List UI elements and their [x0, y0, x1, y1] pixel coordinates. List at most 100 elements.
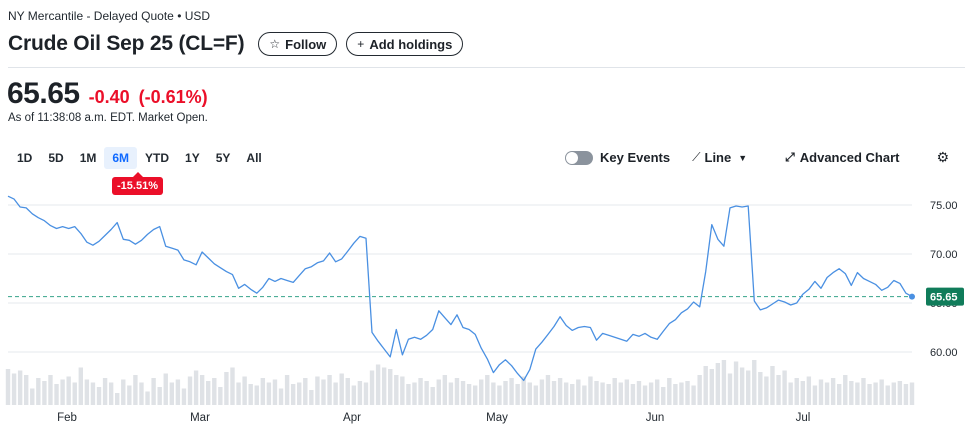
- volume-bar: [436, 379, 441, 405]
- volume-bar: [788, 382, 793, 405]
- title-row: Crude Oil Sep 25 (CL=F) ☆ Follow + Add h…: [8, 32, 464, 56]
- volume-bar: [206, 381, 211, 405]
- volume-bar: [721, 360, 727, 405]
- volume-bar: [885, 385, 890, 405]
- volume-bar: [400, 376, 405, 405]
- volume-bar: [230, 367, 235, 405]
- volume-bar: [351, 385, 357, 405]
- volume-bar: [576, 379, 581, 405]
- add-holdings-button[interactable]: + Add holdings: [346, 32, 464, 56]
- volume-bar: [776, 375, 781, 405]
- add-holdings-label: Add holdings: [369, 36, 453, 52]
- volume-bar: [5, 369, 11, 405]
- chart-settings-button[interactable]: ⚙: [936, 149, 949, 166]
- chart-type-dropdown[interactable]: ⟋ Line ▼: [692, 150, 747, 165]
- range-ytd[interactable]: YTD: [137, 147, 177, 169]
- volume-bar: [145, 391, 150, 405]
- volume-bar: [357, 381, 363, 405]
- volume-bar: [551, 381, 557, 405]
- volume-bar: [903, 384, 909, 405]
- volume-bar: [709, 369, 714, 405]
- last-price: 65.65: [7, 77, 80, 110]
- volume-bar: [199, 375, 205, 405]
- key-events-toggle-group[interactable]: Key Events: [565, 150, 670, 165]
- volume-bar: [369, 370, 375, 405]
- range-5d[interactable]: 5D: [40, 147, 71, 169]
- volume-bar: [381, 367, 387, 405]
- volume-bar: [157, 387, 162, 405]
- volume-bar: [824, 382, 830, 405]
- volume-bar: [272, 379, 278, 405]
- range-1y[interactable]: 1Y: [177, 147, 208, 169]
- volume-bar: [388, 369, 393, 405]
- volume-bar: [102, 378, 108, 405]
- volume-bar: [533, 385, 539, 405]
- volume-bar: [752, 360, 757, 405]
- x-tick-label: Jul: [796, 412, 811, 424]
- volume-bar: [545, 375, 551, 405]
- page-title: Crude Oil Sep 25 (CL=F): [8, 32, 245, 55]
- range-1m[interactable]: 1M: [72, 147, 105, 169]
- volume-bar: [485, 375, 490, 405]
- volume-bar: [812, 385, 818, 405]
- volume-bar: [254, 385, 259, 405]
- plus-icon: +: [357, 37, 365, 51]
- volume-bar: [770, 366, 775, 405]
- y-tick-label: 60.00: [930, 347, 958, 359]
- y-tick-label: 75.00: [930, 200, 958, 212]
- volume-bar: [96, 387, 102, 405]
- volume-bar: [133, 375, 138, 405]
- volume-bar: [849, 381, 854, 405]
- volume-bar: [303, 378, 308, 405]
- volume-bar: [479, 379, 484, 405]
- volume-bar: [345, 378, 350, 405]
- volume-bar: [430, 387, 435, 405]
- volume-bar: [642, 385, 648, 405]
- star-icon: ☆: [269, 37, 281, 51]
- volume-bar: [321, 379, 326, 405]
- volume-bar: [121, 379, 126, 405]
- volume-bar: [539, 379, 545, 405]
- volume-bar: [54, 384, 59, 405]
- range-1d[interactable]: 1D: [9, 147, 40, 169]
- volume-bar: [733, 361, 739, 405]
- volume-bar: [491, 382, 496, 405]
- volume-bar: [503, 381, 508, 405]
- volume-bar: [460, 381, 466, 405]
- volume-bar: [509, 378, 514, 405]
- volume-bar: [242, 376, 247, 405]
- price-chart[interactable]: 60.0065.0070.0075.0065.65FebMarAprMayJun…: [0, 185, 979, 431]
- price-change: -0.40: [88, 87, 130, 107]
- range-5y[interactable]: 5Y: [208, 147, 239, 169]
- volume-bar: [442, 375, 448, 405]
- exchange-label: NY Mercantile - Delayed Quote • USD: [8, 9, 211, 23]
- range-6m[interactable]: 6M: [104, 147, 138, 169]
- volume-bar: [697, 375, 702, 405]
- volume-bar: [758, 372, 763, 405]
- x-tick-label: Mar: [190, 412, 210, 424]
- volume-bar: [115, 393, 120, 405]
- volume-bar: [588, 376, 593, 405]
- volume-bar: [363, 382, 369, 405]
- expand-icon: ⤢: [785, 150, 795, 164]
- range-all[interactable]: All: [238, 147, 269, 169]
- volume-bar: [175, 379, 181, 405]
- volume-bar: [661, 387, 666, 405]
- follow-button[interactable]: ☆ Follow: [258, 32, 338, 56]
- volume-bar: [879, 379, 884, 405]
- volume-bar: [497, 385, 502, 405]
- x-tick-label: Feb: [57, 412, 77, 424]
- key-events-toggle[interactable]: [565, 150, 593, 165]
- volume-bar: [248, 384, 253, 405]
- volume-bar: [66, 376, 71, 405]
- advanced-chart-button[interactable]: ⤢ Advanced Chart: [785, 150, 899, 165]
- volume-bar: [78, 367, 84, 405]
- volume-bar: [151, 378, 156, 405]
- volume-bar: [782, 370, 787, 405]
- volume-bar: [394, 375, 399, 405]
- volume-bar: [315, 376, 320, 405]
- volume-bar: [745, 370, 751, 405]
- volume-bar: [472, 385, 478, 405]
- last-price-tag-label: 65.65: [930, 292, 958, 304]
- y-tick-label: 70.00: [930, 249, 958, 261]
